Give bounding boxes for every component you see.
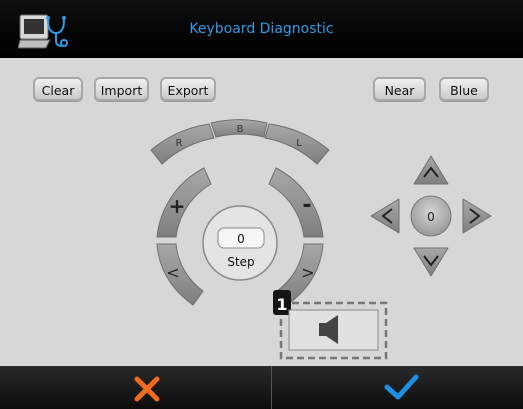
- dpad: 0: [370, 155, 492, 277]
- minus-key[interactable]: -: [268, 167, 324, 238]
- plus-key[interactable]: +: [156, 167, 212, 238]
- step-control: 0 Step: [202, 205, 278, 281]
- dpad-left-button[interactable]: [370, 198, 400, 234]
- step-label: Step: [227, 255, 254, 269]
- confirm-button[interactable]: [272, 366, 523, 409]
- minus-key-label: -: [302, 193, 311, 218]
- dpad-up-button[interactable]: [413, 155, 449, 185]
- dpad-center-value: 0: [427, 210, 435, 224]
- annotation-badge: 1: [273, 290, 291, 315]
- l-key-label: L: [296, 138, 302, 149]
- x-icon: [134, 376, 160, 402]
- b-key[interactable]: B: [210, 119, 268, 138]
- dpad-down-button[interactable]: [413, 247, 449, 277]
- control-layer: R B L + - < > 0 Step 0 1: [150, 119, 492, 360]
- r-key-label: R: [176, 138, 183, 149]
- left-key-label: <: [166, 263, 179, 282]
- l-key[interactable]: L: [264, 123, 330, 165]
- dpad-center-button[interactable]: 0: [410, 195, 452, 237]
- dpad-right-button[interactable]: [462, 198, 492, 234]
- left-key[interactable]: <: [156, 243, 204, 306]
- plus-key-label: +: [169, 194, 186, 218]
- checkmark-icon: [384, 374, 419, 400]
- right-key-label: >: [301, 263, 314, 282]
- cancel-button[interactable]: [0, 366, 271, 409]
- b-key-label: B: [237, 124, 244, 135]
- keyboard-diagnostic-screen: Keyboard Diagnostic Clear Import Export …: [0, 0, 523, 409]
- r-key[interactable]: R: [150, 123, 215, 165]
- footer-bar: [0, 366, 523, 409]
- annotation-number: 1: [276, 295, 287, 314]
- speaker-button[interactable]: [288, 309, 379, 351]
- step-value: 0: [237, 232, 245, 246]
